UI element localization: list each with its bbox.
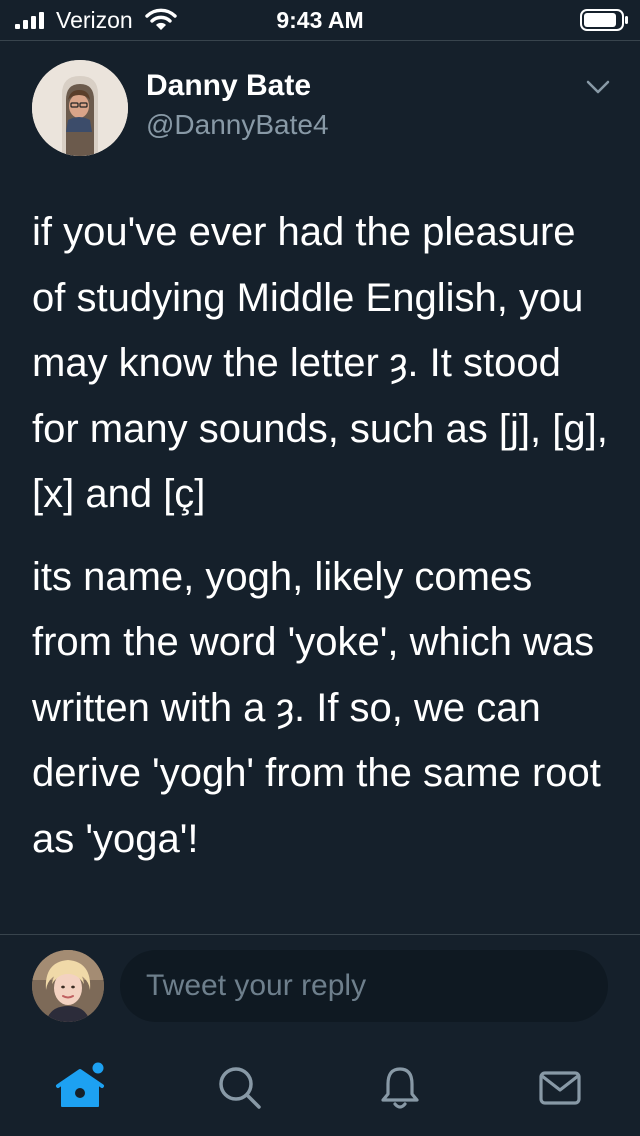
notification-dot <box>92 1062 104 1074</box>
status-bar: Verizon 9:43 AM <box>0 0 640 41</box>
search-icon <box>219 1067 261 1109</box>
tab-search[interactable] <box>200 1052 280 1124</box>
reply-input[interactable] <box>120 950 608 1022</box>
tab-notifications[interactable] <box>360 1052 440 1124</box>
tab-home[interactable] <box>40 1052 120 1124</box>
divider <box>0 934 640 935</box>
author-handle[interactable]: @DannyBate4 <box>146 108 329 142</box>
chevron-down-icon[interactable] <box>584 76 612 98</box>
author-display-name[interactable]: Danny Bate <box>146 68 311 104</box>
status-time: 9:43 AM <box>276 7 364 33</box>
tab-bar <box>0 1036 640 1136</box>
tweet-text: if you've ever had the pleasure of study… <box>32 200 614 872</box>
tweet-paragraph: if you've ever had the pleasure of study… <box>32 210 608 516</box>
author-avatar-image <box>32 60 128 156</box>
mail-icon <box>539 1071 581 1105</box>
tab-messages[interactable] <box>520 1052 600 1124</box>
user-avatar-image <box>32 950 104 1022</box>
author-avatar[interactable] <box>32 60 128 156</box>
user-avatar[interactable] <box>32 950 104 1022</box>
tweet-paragraph: its name, yogh, likely comes from the wo… <box>32 554 601 861</box>
tweet-detail-screen: Verizon 9:43 AM Danny Bate @DannyBate4 i… <box>0 0 640 1136</box>
home-icon <box>56 1062 104 1107</box>
bell-icon <box>381 1067 419 1109</box>
battery-icon <box>580 9 628 31</box>
